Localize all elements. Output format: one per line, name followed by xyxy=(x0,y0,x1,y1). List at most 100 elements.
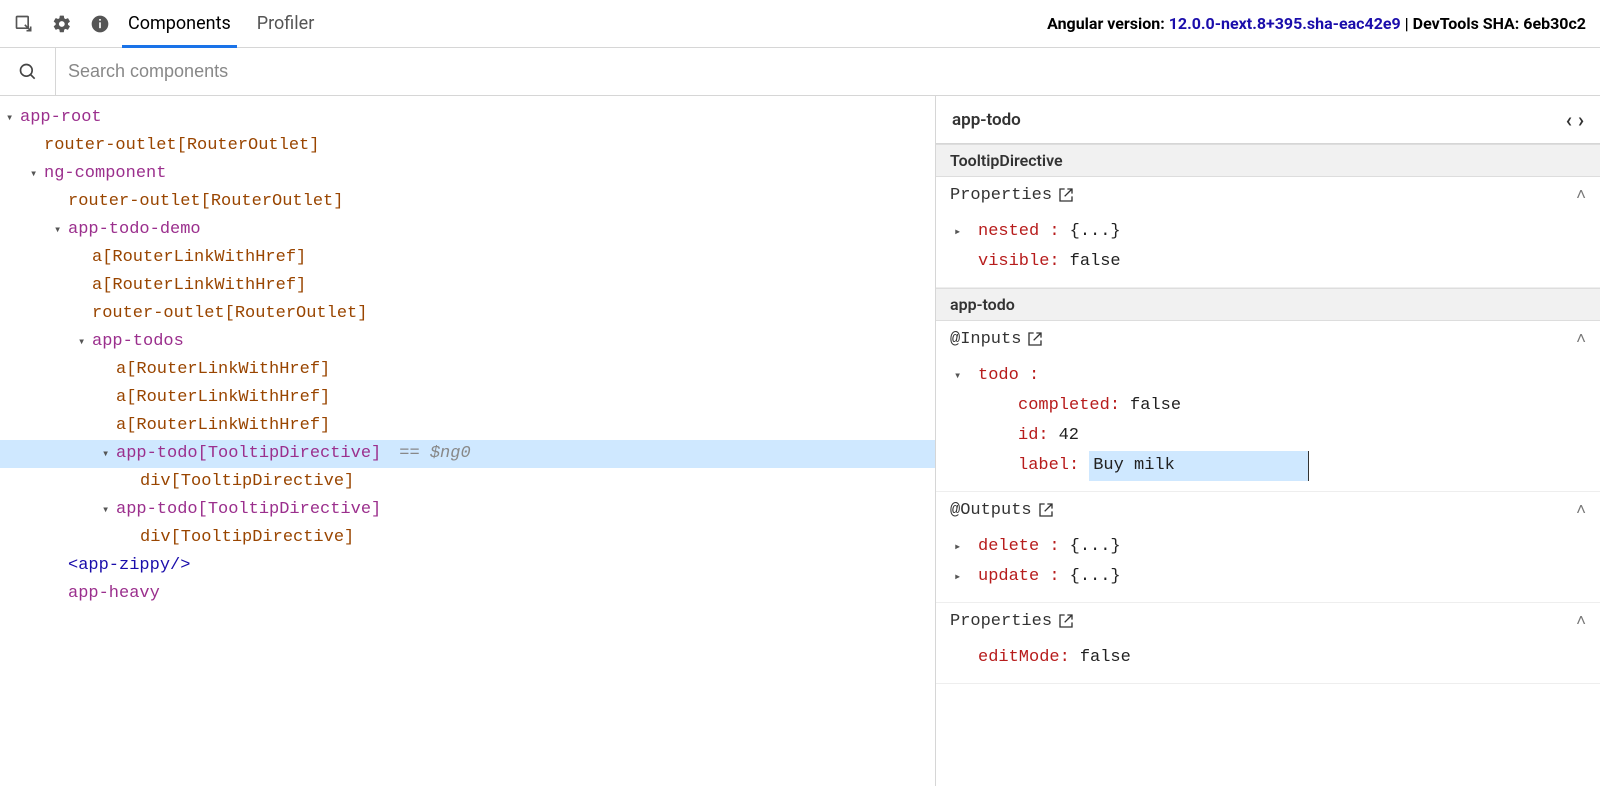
props-list: ▸nested :{...} ▸ visible: false xyxy=(936,213,1600,287)
tree-label: app-todo[TooltipDirective] xyxy=(116,440,381,468)
chevron-left-icon[interactable]: ‹ xyxy=(1566,108,1572,132)
tree-row[interactable]: ▾router-outlet[RouterOutlet] xyxy=(0,132,935,160)
prop-name: visible: xyxy=(978,247,1060,277)
info-icon[interactable] xyxy=(90,14,110,34)
group-label: Properties xyxy=(950,186,1052,205)
tree-label: a[RouterLinkWithHref] xyxy=(116,356,330,384)
component-tree[interactable]: ▾app-root ▾router-outlet[RouterOutlet] ▾… xyxy=(0,96,936,786)
detail-pane: app-todo ‹› TooltipDirective Properties … xyxy=(936,96,1600,786)
tree-row[interactable]: ▾router-outlet[RouterOutlet] xyxy=(0,300,935,328)
tree-row[interactable]: ▾app-todo[TooltipDirective] xyxy=(0,496,935,524)
prop-value[interactable]: 42 xyxy=(1059,421,1079,451)
inspect-icon[interactable] xyxy=(14,14,34,34)
group-header[interactable]: @Inputs ˄ xyxy=(936,321,1600,357)
gear-icon[interactable] xyxy=(52,14,72,34)
tree-row[interactable]: ▾<app-zippy/> xyxy=(0,552,935,580)
chevron-right-icon[interactable]: › xyxy=(1578,108,1584,132)
search-icon[interactable] xyxy=(0,48,56,95)
props-list: ▸ delete : {...} ▸ update : {...} xyxy=(936,528,1600,602)
prop-row[interactable]: ▸label:Buy milk xyxy=(954,451,1600,481)
prop-name: update : xyxy=(978,562,1060,592)
tree-row[interactable]: ▾app-root xyxy=(0,104,935,132)
chevron-up-icon[interactable]: ˄ xyxy=(1576,185,1586,205)
chevron-down-icon[interactable]: ▾ xyxy=(30,160,44,188)
chevron-down-icon[interactable]: ▾ xyxy=(78,328,92,356)
tree-label: router-outlet[RouterOutlet] xyxy=(92,300,367,328)
tab-profiler[interactable]: Profiler xyxy=(257,0,315,47)
tree-row[interactable]: ▾app-heavy xyxy=(0,580,935,608)
prop-row[interactable]: ▸editMode:false xyxy=(954,643,1600,673)
prop-value-editing[interactable]: Buy milk xyxy=(1089,451,1309,481)
chevron-down-icon[interactable]: ▾ xyxy=(102,496,116,524)
tree-row[interactable]: ▾a[RouterLinkWithHref] xyxy=(0,356,935,384)
group-label: @Outputs xyxy=(950,501,1032,520)
tree-row[interactable]: ▾a[RouterLinkWithHref] xyxy=(0,272,935,300)
topbar: Components Profiler Angular version: 12.… xyxy=(0,0,1600,48)
tree-label: div[TooltipDirective] xyxy=(140,468,354,496)
tab-components[interactable]: Components xyxy=(128,0,231,47)
detail-header: app-todo ‹› xyxy=(936,96,1600,144)
source-nav[interactable]: ‹› xyxy=(1566,108,1584,132)
prop-row[interactable]: ▸completed:false xyxy=(954,391,1600,421)
prop-value: {...} xyxy=(1070,562,1121,592)
tree-row-selected[interactable]: ▾app-todo[TooltipDirective] == $ng0 xyxy=(0,440,935,468)
group-header[interactable]: Properties ˄ xyxy=(936,177,1600,213)
tree-row[interactable]: ▾a[RouterLinkWithHref] xyxy=(0,412,935,440)
prop-value[interactable]: false xyxy=(1070,247,1121,277)
tree-row[interactable]: ▾app-todos xyxy=(0,328,935,356)
chevron-down-icon[interactable]: ▾ xyxy=(54,216,68,244)
prop-name: delete : xyxy=(978,532,1060,562)
chevron-up-icon[interactable]: ˄ xyxy=(1576,500,1586,520)
open-external-icon[interactable] xyxy=(1058,187,1074,203)
console-ref: == $ng0 xyxy=(399,440,470,468)
props-list: ▾todo : ▸completed:false ▸id:42 ▸label:B… xyxy=(936,357,1600,491)
version-info: Angular version: 12.0.0-next.8+395.sha-e… xyxy=(1047,14,1586,33)
search-input[interactable] xyxy=(56,48,1600,95)
tree-row[interactable]: ▾a[RouterLinkWithHref] xyxy=(0,384,935,412)
tree-label: ng-component xyxy=(44,160,166,188)
props-list: ▸editMode:false xyxy=(936,639,1600,683)
tree-row[interactable]: ▾router-outlet[RouterOutlet] xyxy=(0,188,935,216)
tree-label: a[RouterLinkWithHref] xyxy=(92,272,306,300)
tree-label: a[RouterLinkWithHref] xyxy=(116,412,330,440)
open-external-icon[interactable] xyxy=(1027,331,1043,347)
chevron-down-icon[interactable]: ▾ xyxy=(6,104,20,132)
prop-row[interactable]: ▸visible:false xyxy=(954,247,1600,277)
tree-row[interactable]: ▾div[TooltipDirective] xyxy=(0,524,935,552)
chevron-right-icon[interactable]: ▸ xyxy=(954,562,968,592)
group-label: Properties xyxy=(950,612,1052,631)
chevron-down-icon[interactable]: ▾ xyxy=(102,440,116,468)
section-app-todo: app-todo xyxy=(936,288,1600,321)
tree-label: app-root xyxy=(20,104,102,132)
group-properties-2: Properties ˄ ▸editMode:false xyxy=(936,603,1600,684)
prop-name: id: xyxy=(1018,421,1049,451)
open-external-icon[interactable] xyxy=(1038,502,1054,518)
chevron-right-icon[interactable]: ▸ xyxy=(954,217,968,247)
version-link[interactable]: 12.0.0-next.8+395.sha-eac42e9 xyxy=(1169,14,1401,33)
group-label: @Inputs xyxy=(950,330,1021,349)
group-header[interactable]: @Outputs ˄ xyxy=(936,492,1600,528)
tree-row[interactable]: ▾div[TooltipDirective] xyxy=(0,468,935,496)
group-properties-1: Properties ˄ ▸nested :{...} ▸ visible: fal… xyxy=(936,177,1600,288)
prop-name: label: xyxy=(1018,451,1079,481)
chevron-down-icon[interactable]: ▾ xyxy=(954,361,968,391)
prop-row[interactable]: ▸id:42 xyxy=(954,421,1600,451)
chevron-up-icon[interactable]: ˄ xyxy=(1576,611,1586,631)
chevron-right-icon[interactable]: ▸ xyxy=(954,532,968,562)
tree-row[interactable]: ▾app-todo-demo xyxy=(0,216,935,244)
tree-row[interactable]: ▾ng-component xyxy=(0,160,935,188)
prop-value[interactable]: false xyxy=(1130,391,1181,421)
open-external-icon[interactable] xyxy=(1058,613,1074,629)
prop-row[interactable]: ▾todo : xyxy=(954,361,1600,391)
prop-row[interactable]: ▸ update : {...} xyxy=(954,562,1600,592)
group-outputs: @Outputs ˄ ▸ delete : {...} ▸ update : {...} xyxy=(936,492,1600,603)
group-header[interactable]: Properties ˄ xyxy=(936,603,1600,639)
group-inputs: @Inputs ˄ ▾todo : ▸completed:false ▸id:4… xyxy=(936,321,1600,492)
tree-row[interactable]: ▾a[RouterLinkWithHref] xyxy=(0,244,935,272)
prop-value[interactable]: false xyxy=(1080,643,1131,673)
prop-value: {...} xyxy=(1070,217,1121,247)
prop-row[interactable]: ▸nested :{...} xyxy=(954,217,1600,247)
prop-row[interactable]: ▸delete :{...} xyxy=(954,532,1600,562)
section-tooltip-directive: TooltipDirective xyxy=(936,144,1600,177)
chevron-up-icon[interactable]: ˄ xyxy=(1576,329,1586,349)
